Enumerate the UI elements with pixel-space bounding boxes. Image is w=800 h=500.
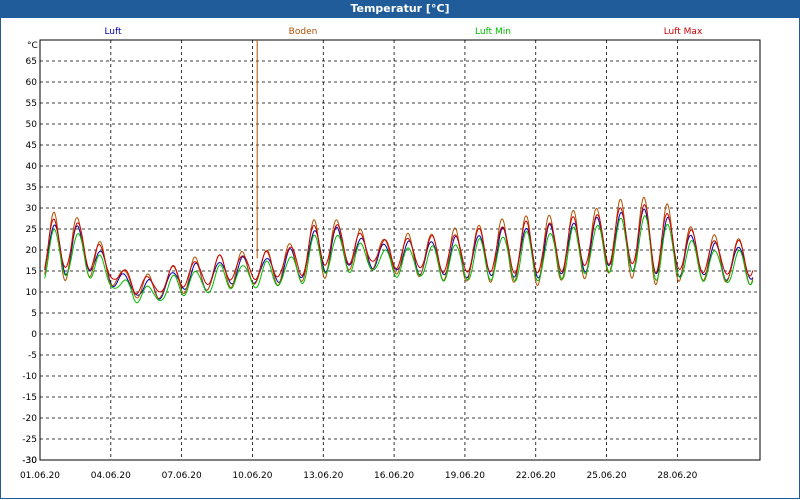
y-tick-label: 15 [26, 267, 37, 277]
y-unit-label: °C [27, 41, 38, 51]
y-tick-label: 25 [26, 225, 37, 235]
legend-entry: Luft Max [664, 27, 703, 37]
y-tick-label: -30 [22, 456, 37, 466]
x-tick-label: 16.06.20 [374, 471, 414, 481]
y-tick-label: 60 [26, 78, 38, 88]
x-tick-label: 10.06.20 [232, 471, 272, 481]
x-tick-label: 01.06.20 [20, 471, 60, 481]
temperature-chart: 65605550454035302520151050-5-10-15-20-25… [20, 27, 761, 481]
y-tick-label: -20 [22, 414, 37, 424]
y-tick-label: 20 [26, 246, 38, 256]
y-tick-label: 55 [26, 99, 37, 109]
y-tick-label: 45 [26, 141, 37, 151]
x-tick-label: 28.06.20 [657, 471, 697, 481]
legend-entry: Boden [289, 27, 318, 37]
x-tick-label: 22.06.20 [516, 471, 556, 481]
y-tick-label: 30 [26, 204, 38, 214]
x-tick-label: 19.06.20 [445, 471, 485, 481]
y-tick-label: 35 [26, 183, 37, 193]
legend: Luft Boden Luft Min Luft Max [104, 27, 703, 37]
y-tick-label: 65 [26, 57, 37, 67]
y-tick-label: 40 [26, 162, 38, 172]
y-tick-label: 5 [31, 309, 37, 319]
legend-entry: Luft [104, 27, 122, 37]
y-tick-label: -10 [22, 372, 37, 382]
x-tick-label: 13.06.20 [303, 471, 343, 481]
x-tick-label: 07.06.20 [162, 471, 202, 481]
y-tick-label: -15 [22, 393, 37, 403]
legend-entry: Luft Min [475, 27, 511, 37]
y-axis-ticks: 65605550454035302520151050-5-10-15-20-25… [22, 57, 37, 466]
x-axis-ticks: 01.06.20 04.06.20 07.06.20 10.06.20 13.06.20… [20, 471, 698, 481]
y-tick-label: 10 [26, 288, 38, 298]
y-tick-label: 0 [31, 330, 37, 340]
x-tick-label: 04.06.20 [91, 471, 131, 481]
y-tick-label: -5 [28, 351, 37, 361]
y-tick-label: 50 [26, 120, 38, 130]
series-line-0 [44, 208, 754, 300]
x-tick-label: 25.06.20 [587, 471, 627, 481]
y-tick-label: -25 [22, 435, 37, 445]
